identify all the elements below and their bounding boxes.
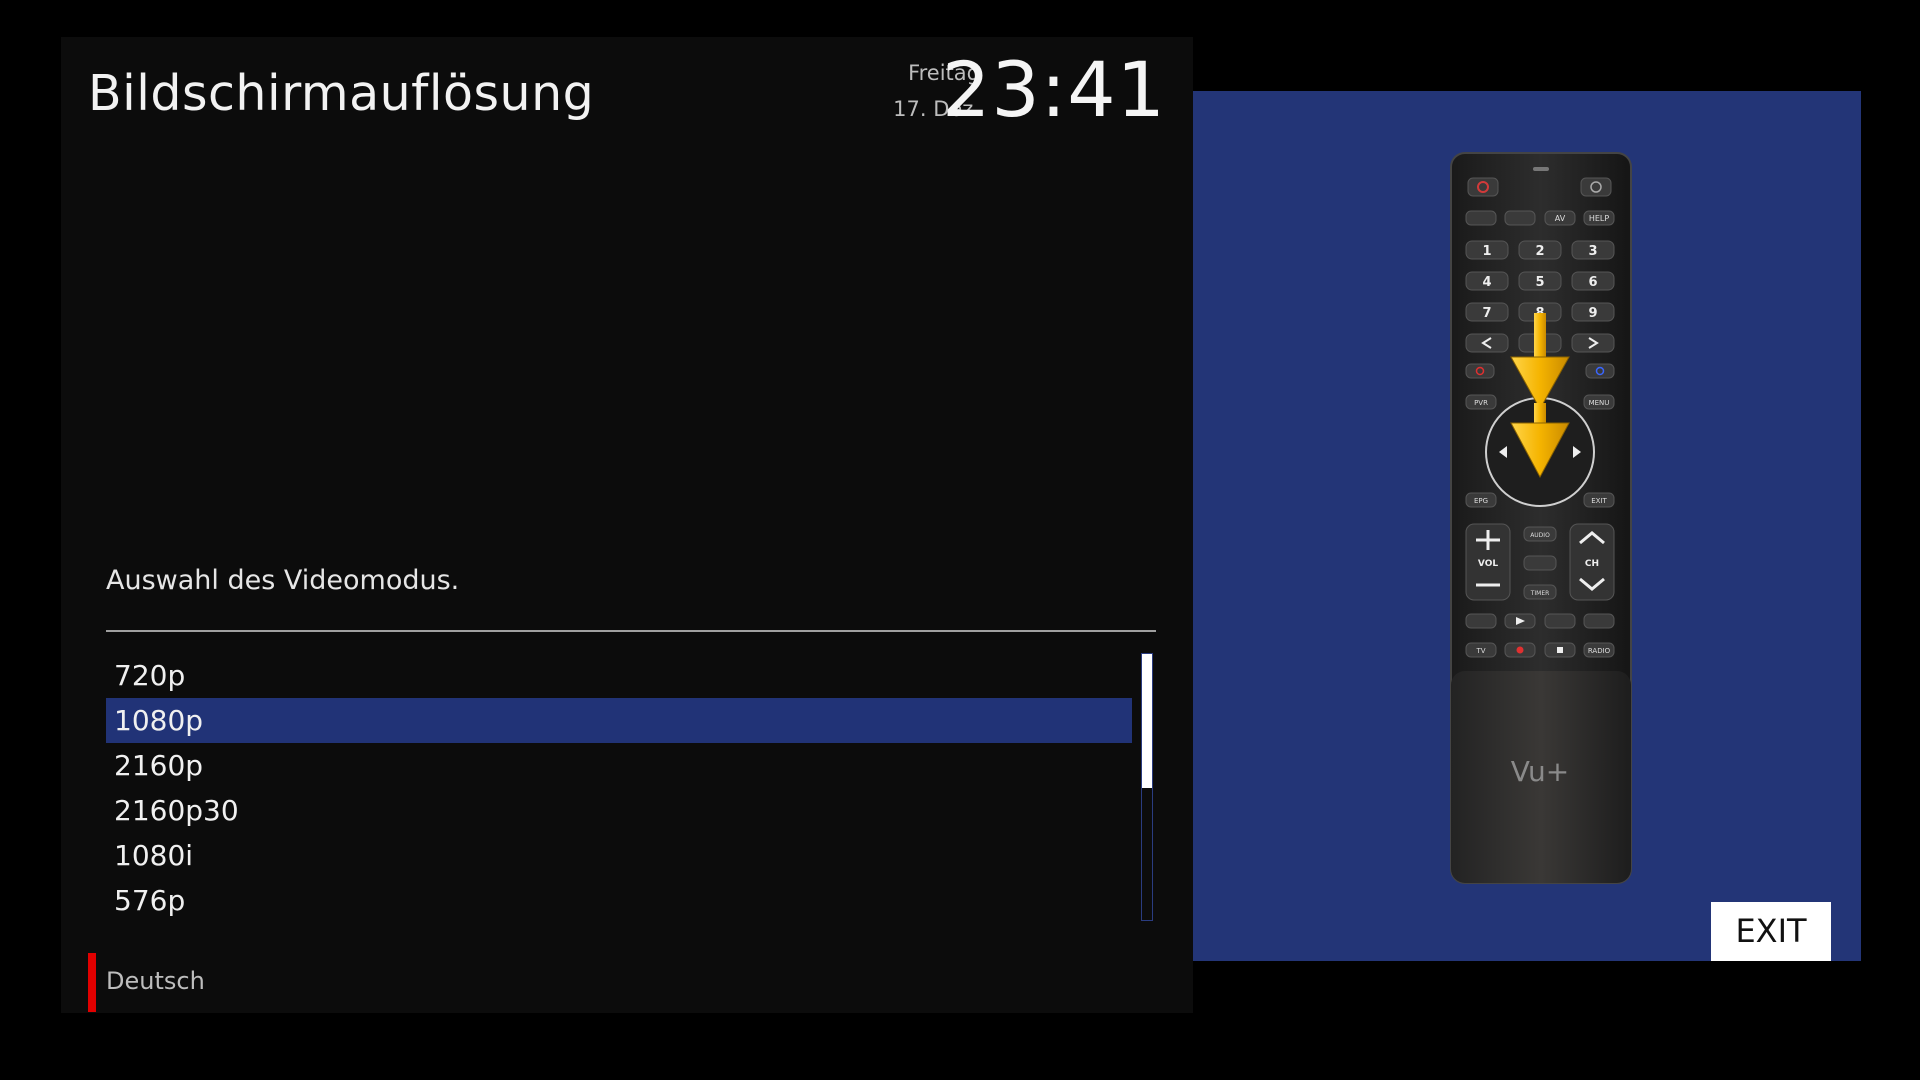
mode-item-2160p30[interactable]: 2160p30 [106, 788, 1132, 833]
help-button: HELP [1589, 214, 1610, 223]
mode-item-1080p[interactable]: 1080p [106, 698, 1132, 743]
red-key-marker [88, 953, 96, 1012]
key-7: 7 [1482, 306, 1491, 321]
av-button: AV [1555, 214, 1566, 223]
mode-item-576p[interactable]: 576p [106, 878, 1132, 923]
video-mode-menu: Bildschirmauflösung Freitag 17. Dez. 23:… [61, 37, 1193, 1013]
vol-label: VOL [1478, 559, 1498, 569]
mode-item-720p[interactable]: 720p [106, 653, 1132, 698]
list-scrollbar[interactable] [1141, 653, 1153, 921]
page-title: Bildschirmauflösung [88, 65, 595, 122]
audio-button: AUDIO [1530, 532, 1550, 539]
key-4: 4 [1482, 275, 1491, 290]
record-icon [1516, 646, 1524, 654]
scrollbar-thumb[interactable] [1142, 654, 1152, 788]
remote-brand-logo: Vu+ [1511, 755, 1569, 788]
key-5: 5 [1535, 275, 1544, 290]
exit-button[interactable]: EXIT [1711, 902, 1831, 961]
key-9: 9 [1588, 306, 1597, 321]
description-text: Auswahl des Videomodus. [106, 565, 460, 596]
video-mode-list: 720p 1080p 2160p 2160p30 1080i 576p [106, 653, 1132, 923]
epg-button: EPG [1474, 497, 1488, 505]
clock: 23:41 [941, 45, 1166, 134]
radio-button: RADIO [1588, 647, 1611, 655]
key-6: 6 [1588, 275, 1597, 290]
remote-help-panel: AV HELP 1 2 3 4 5 6 7 8 9 [1193, 91, 1861, 961]
menu-button: MENU [1589, 399, 1610, 407]
remote-exit-button: EXIT [1591, 497, 1607, 505]
ch-label: CH [1585, 559, 1599, 569]
pvr-button: PVR [1474, 399, 1488, 407]
key-1: 1 [1482, 244, 1491, 259]
mode-item-1080i[interactable]: 1080i [106, 833, 1132, 878]
language-button[interactable]: Deutsch [106, 967, 205, 995]
key-2: 2 [1535, 244, 1544, 259]
timer-button: TIMER [1530, 590, 1550, 597]
divider [106, 630, 1156, 632]
tv-button: TV [1475, 647, 1485, 655]
mode-item-2160p[interactable]: 2160p [106, 743, 1132, 788]
remote-control-illustration: AV HELP 1 2 3 4 5 6 7 8 9 [1450, 152, 1632, 884]
stop-icon [1557, 647, 1563, 653]
key-3: 3 [1588, 244, 1597, 259]
